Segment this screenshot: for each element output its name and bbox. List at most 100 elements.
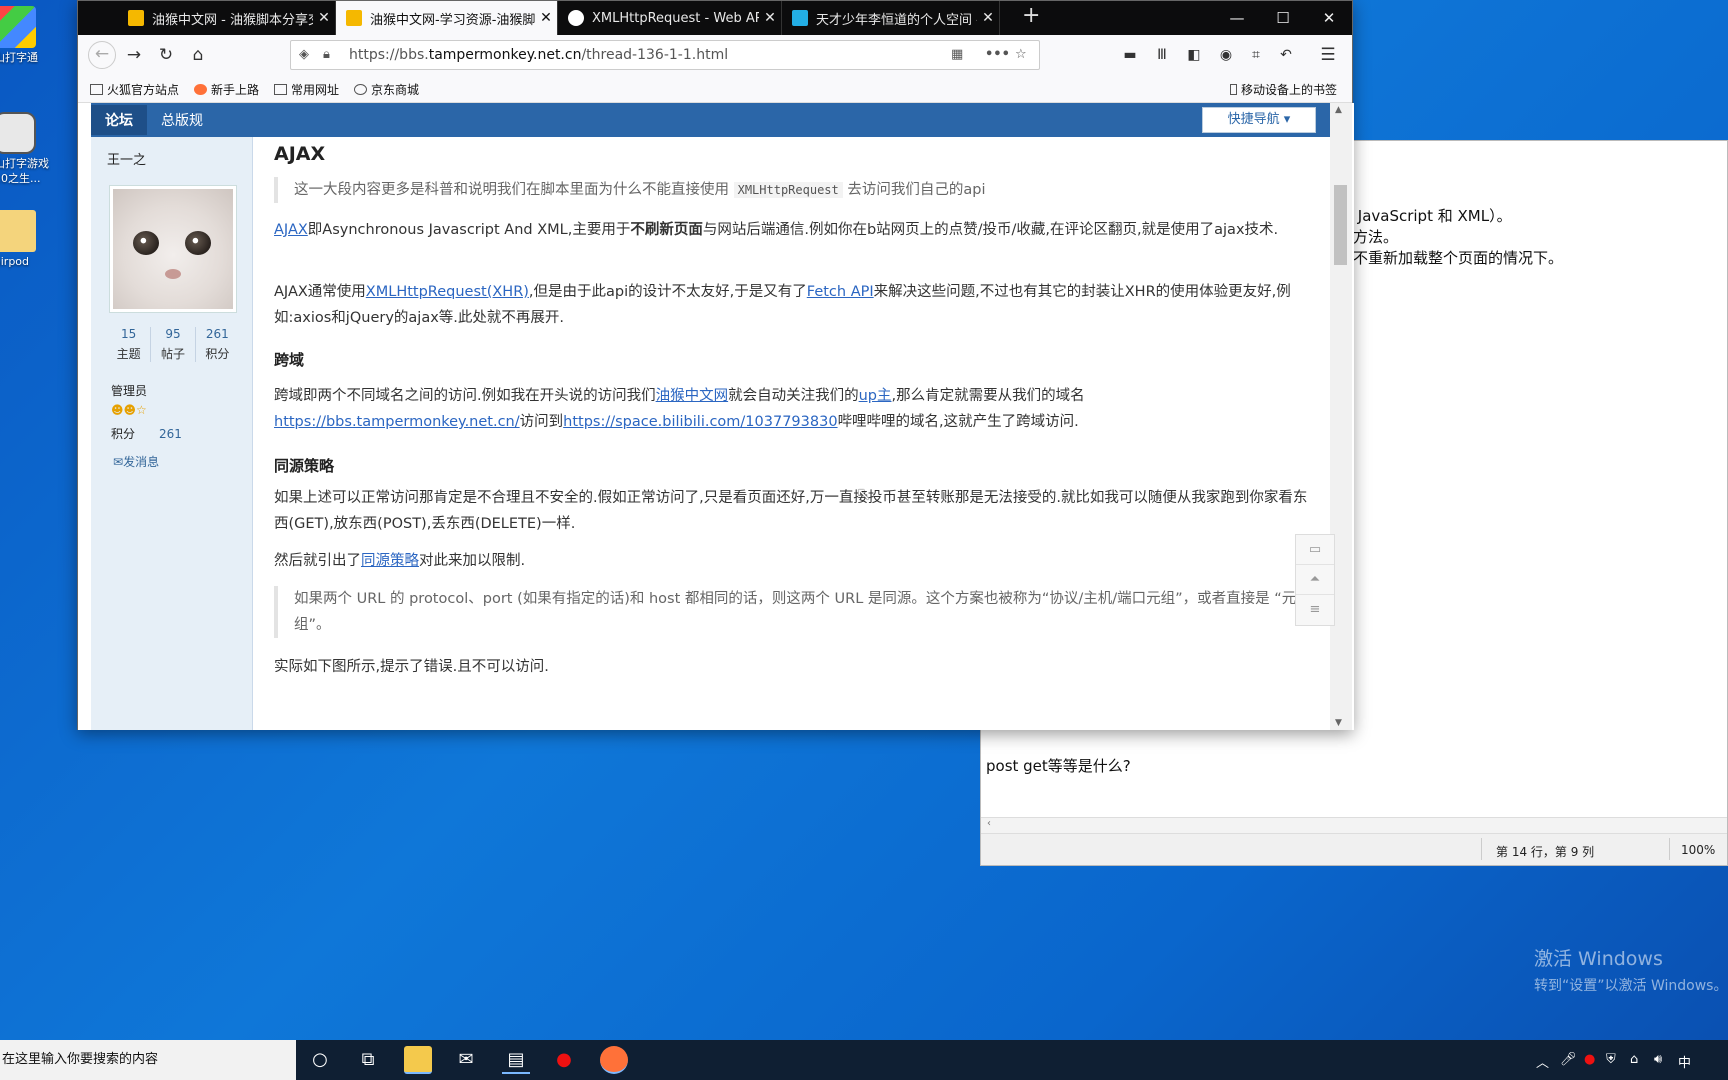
desktop-icon-typing-game[interactable]: 山打字游戏 10之生... — [0, 112, 54, 186]
desktop-icon-label: 山打字游戏 10之生... — [0, 157, 49, 185]
send-message-link[interactable]: ✉发消息 — [113, 453, 159, 470]
mobile-bookmarks[interactable]: 移动设备上的书签 — [1230, 81, 1337, 98]
tab-tampermonkey-learning[interactable]: 油猴中文网-学习资源-油猴脚本 ✕ — [336, 1, 558, 35]
paragraph-cors: 跨域即两个不同域名之间的访问.例如我在开头说的访问我们油猴中文网就会自动关注我们… — [274, 383, 1309, 435]
bookmark-common-sites[interactable]: 常用网址 — [274, 81, 339, 98]
tab-close-icon[interactable]: ✕ — [535, 10, 557, 26]
cortana-icon[interactable]: ○ — [306, 1046, 334, 1074]
tab-close-icon[interactable]: ✕ — [313, 10, 335, 26]
firefox-taskbar-icon[interactable] — [600, 1046, 628, 1074]
page-actions-icon[interactable]: ••• — [985, 41, 1010, 69]
credit-value[interactable]: 261 — [159, 427, 182, 441]
taskbar-search-input[interactable]: 在这里输入你要搜索的内容 — [0, 1040, 296, 1080]
home-button[interactable]: ⌂ — [186, 43, 210, 67]
back-to-top-icon[interactable]: ⏶ — [1296, 565, 1334, 595]
volume-icon[interactable]: 🔊︎ — [1654, 1052, 1662, 1067]
notepad-bottom-text[interactable]: post get等等是什么? — [986, 755, 1131, 776]
mail-icon[interactable]: ✉ — [452, 1046, 480, 1074]
avatar-eye — [185, 231, 211, 255]
ime-indicator[interactable]: 中 — [1678, 1052, 1691, 1071]
tab-close-icon[interactable]: ✕ — [977, 10, 999, 26]
undo-icon[interactable]: ↶ — [1274, 43, 1298, 67]
scrollbar-thumb[interactable] — [1334, 185, 1347, 265]
desktop-icon-typing[interactable]: 山打字通 — [0, 6, 54, 65]
stat-label: 帖子 — [160, 347, 185, 361]
stat-threads[interactable]: 15 主题 — [107, 327, 152, 362]
stat-posts[interactable]: 95 帖子 — [151, 327, 196, 362]
page-vertical-scrollbar[interactable]: ▲ ▼ — [1330, 103, 1352, 730]
desktop-icon-label: airpod — [0, 255, 30, 268]
recorder-icon[interactable]: ● — [550, 1046, 578, 1074]
notepad-app-icon[interactable]: ▤ — [502, 1046, 530, 1074]
bookmark-firefox-site[interactable]: 火狐官方站点 — [90, 81, 179, 98]
record-indicator-icon[interactable]: ● — [1584, 1052, 1595, 1067]
folder-icon — [274, 84, 287, 95]
library-icon[interactable]: Ⅲ — [1150, 43, 1174, 67]
stat-credits[interactable]: 261 积分 — [196, 327, 239, 362]
new-tab-button[interactable]: + — [1022, 3, 1040, 28]
bookmark-jd[interactable]: 京东商城 — [354, 81, 419, 98]
bookmark-getting-started[interactable]: 新手上路 — [194, 81, 259, 98]
back-button[interactable]: ← — [88, 41, 116, 69]
account-icon[interactable]: ◉ — [1214, 43, 1238, 67]
microphone-icon[interactable]: 🎤︎ — [1560, 1052, 1577, 1067]
container-icon[interactable]: ▬ — [1118, 43, 1142, 67]
avatar[interactable] — [109, 185, 237, 313]
author-name[interactable]: 王一之 — [107, 149, 146, 168]
link-tampermonkey-cn[interactable]: 油猴中文网 — [656, 388, 729, 404]
list-icon[interactable]: ≡ — [1296, 595, 1334, 625]
author-stats: 15 主题 95 帖子 261 积分 — [107, 327, 239, 362]
link-bbs-url[interactable]: https://bbs.tampermonkey.net.cn/ — [274, 414, 520, 430]
tab-close-icon[interactable]: ✕ — [759, 10, 781, 26]
forum-nav-bar — [91, 103, 1331, 137]
notepad-horizontal-scrollbar[interactable]: ‹ — [981, 817, 1727, 833]
link-up-owner[interactable]: up主 — [859, 388, 892, 404]
forward-button[interactable]: → — [122, 43, 146, 67]
reload-button[interactable]: ↻ — [154, 43, 178, 67]
tab-xmlhttprequest-mdn[interactable]: XMLHttpRequest - Web API ✕ — [558, 1, 782, 35]
inline-code: XMLHttpRequest — [733, 182, 843, 198]
link-bilibili-url[interactable]: https://space.bilibili.com/1037793830 — [563, 414, 837, 430]
minimize-button[interactable]: — — [1214, 1, 1260, 35]
paragraph-sop-intro: 然后就引出了同源策略对此来加以限制. — [274, 548, 1309, 574]
network-icon[interactable]: ⌂ — [1630, 1052, 1638, 1067]
screenshot-icon[interactable]: ⌗ — [1244, 43, 1268, 67]
nav-rules[interactable]: 总版规 — [147, 105, 217, 135]
link-fetch-api[interactable]: Fetch API — [807, 284, 874, 300]
notepad-text-lines[interactable]: 的 JavaScript 和 XML）。 新方法。 在不重新加载整个页面的情况下… — [1338, 206, 1563, 269]
bookmark-star-icon[interactable]: ☆ — [1015, 41, 1027, 69]
desktop-icon-airpod[interactable]: airpod — [0, 210, 54, 269]
author-role[interactable]: 管理员 — [111, 382, 147, 399]
quick-nav-button[interactable]: 快捷导航 ▾ — [1202, 107, 1316, 133]
heading-ajax: AJAX — [274, 143, 326, 165]
security-icon[interactable]: ⛨ — [1606, 1052, 1616, 1067]
maximize-button[interactable]: ☐ — [1260, 1, 1306, 35]
qr-code-icon[interactable]: ▦ — [951, 41, 963, 69]
heading-cors: 跨域 — [274, 351, 305, 369]
text: 就会自动关注我们的 — [728, 388, 859, 404]
paragraph-same-origin: 如果上述可以正常访问那肯定是不合理且不安全的.假如正常访问了,只是看页面还好,万… — [274, 490, 1308, 532]
nav-forum[interactable]: 论坛 — [91, 105, 147, 135]
tab-tampermonkey-home[interactable]: 油猴中文网 - 油猴脚本分享交流 ✕ — [118, 1, 336, 35]
address-bar[interactable]: ◈ 🔒︎ https://bbs.tampermonkey.net.cn/thr… — [290, 40, 1040, 70]
text: 访问到 — [519, 414, 564, 430]
sidebar-icon[interactable]: ◧ — [1182, 43, 1206, 67]
text: 与网站后端通信.例如你在b站网页上的点赞/投币/收藏,在评论区翻页,就是使用了a… — [702, 222, 1279, 238]
firefox-icon — [194, 84, 207, 95]
close-window-button[interactable]: ✕ — [1306, 1, 1352, 35]
link-same-origin-policy[interactable]: 同源策略 — [361, 553, 419, 569]
link-ajax[interactable]: AJAX — [274, 222, 308, 238]
text: AJAX通常使用 — [274, 284, 366, 300]
comment-icon[interactable]: ▭ — [1296, 535, 1334, 565]
scroll-up-icon[interactable]: ▲ — [1335, 105, 1342, 115]
tab-bilibili-space[interactable]: 天才少年李恒道的个人空间 - 哔 ✕ — [782, 1, 1000, 35]
show-hidden-icons[interactable]: ︿ — [1536, 1052, 1549, 1071]
task-view-icon[interactable]: ⧉ — [354, 1046, 382, 1074]
firefox-window[interactable]: 油猴中文网 - 油猴脚本分享交流 ✕ 油猴中文网-学习资源-油猴脚本 ✕ XML… — [77, 0, 1354, 730]
cursor-position: 第 14 行，第 9 列 — [1496, 845, 1595, 859]
file-explorer-icon[interactable] — [404, 1046, 432, 1074]
text: 对此来加以限制. — [419, 553, 526, 569]
link-xhr[interactable]: XMLHttpRequest(XHR) — [366, 284, 529, 300]
scroll-down-icon[interactable]: ▼ — [1335, 718, 1342, 728]
menu-icon[interactable]: ☰ — [1316, 43, 1340, 67]
